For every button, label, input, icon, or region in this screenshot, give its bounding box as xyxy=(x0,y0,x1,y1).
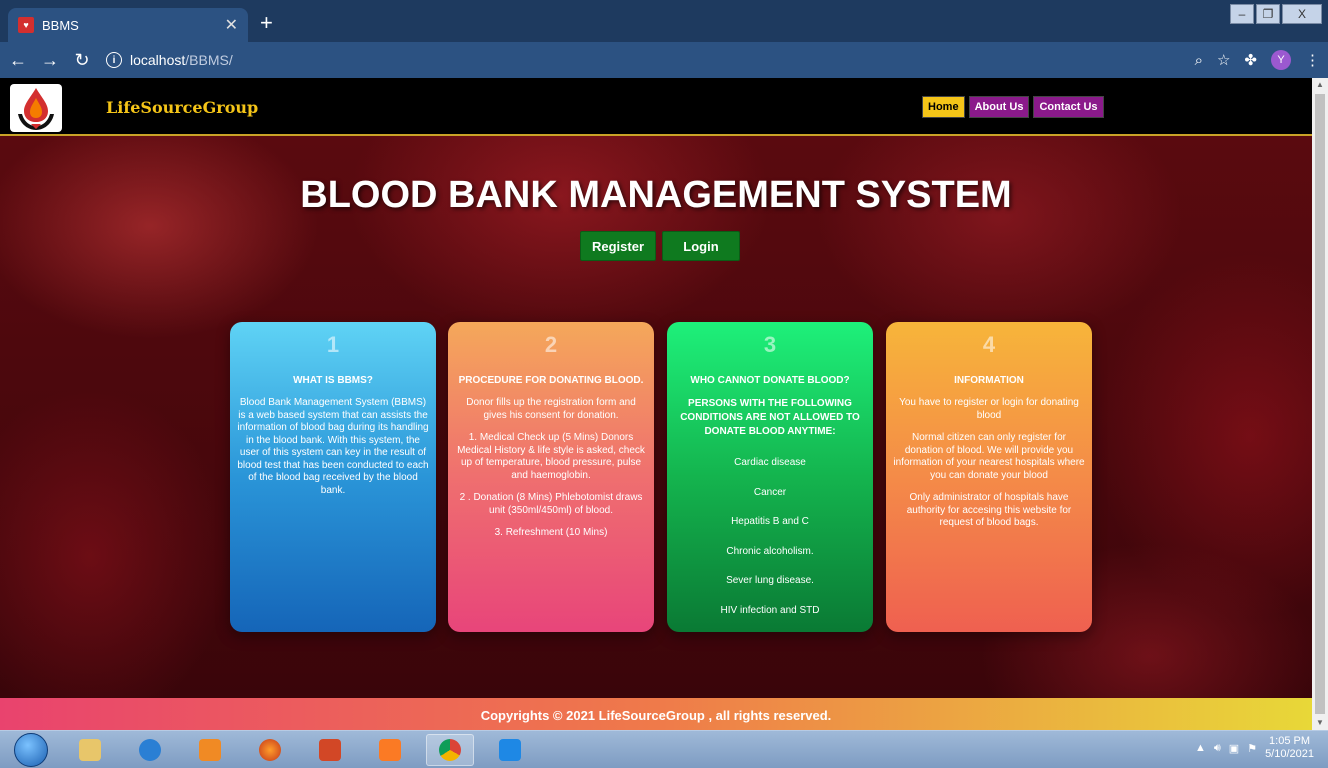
url-host: localhost xyxy=(130,52,186,68)
tab-close-icon[interactable]: ✕ xyxy=(225,15,238,35)
back-icon[interactable]: ← xyxy=(4,50,32,71)
condition-item: HIV infection and STD xyxy=(720,604,820,616)
scroll-up-arrow-icon[interactable]: ▲ xyxy=(1312,78,1328,92)
condition-item: Sever lung disease. xyxy=(726,575,814,586)
info-card-what-is-bbms: 1 WHAT IS BBMS? Blood Bank Management Sy… xyxy=(230,322,436,632)
register-button[interactable]: Register xyxy=(580,231,656,261)
card-number: 2 xyxy=(544,332,558,357)
media-player-icon[interactable] xyxy=(186,734,234,766)
address-bar[interactable]: i localhost/BBMS/ xyxy=(106,52,233,68)
menu-kebab-icon[interactable]: ⋮ xyxy=(1305,51,1320,69)
page-scrollbar[interactable]: ▲ ▼ xyxy=(1312,78,1328,730)
condition-item: Chronic alcoholism. xyxy=(726,545,814,557)
card-paragraph: Normal citizen can only register for don… xyxy=(893,432,1085,481)
info-card-who-cannot-donate: 3 WHO CANNOT DONATE BLOOD? PERSONS WITH … xyxy=(667,322,873,632)
forward-icon[interactable]: → xyxy=(36,50,64,71)
clock-time: 1:05 PM xyxy=(1269,735,1311,747)
blood-drop-logo-icon[interactable] xyxy=(10,84,62,132)
nav-home[interactable]: Home xyxy=(922,96,965,118)
windows-taskbar: ▲ 🔊︎ ▣ ⚑ 1:05 PM 5/10/2021 xyxy=(0,730,1328,768)
card-paragraph: Donor fills up the registration form and… xyxy=(466,397,636,421)
card-subheading: PERSONS WITH THE FOLLOWING CONDITIONS AR… xyxy=(680,398,860,437)
info-card-donation-procedure: 2 PROCEDURE FOR DONATING BLOOD. Donor fi… xyxy=(448,322,654,632)
action-center-flag-icon[interactable]: ⚑ xyxy=(1247,742,1257,755)
bbms-favicon-icon: ♥ xyxy=(18,17,34,33)
card-paragraph: 1. Medical Check up (5 Mins) Donors Medi… xyxy=(457,432,645,481)
window-controls: – ❐ X xyxy=(1228,4,1322,24)
profile-avatar[interactable]: Y xyxy=(1271,50,1291,70)
start-button-icon[interactable] xyxy=(14,733,48,767)
system-tray: ▲ 🔊︎ ▣ ⚑ 1:05 PM 5/10/2021 xyxy=(1195,735,1314,761)
site-header: LifeSourceGroup Home About Us Contact Us xyxy=(0,78,1312,136)
tab-title: BBMS xyxy=(42,17,79,33)
card-number: 1 xyxy=(326,332,340,357)
card-heading: PROCEDURE FOR DONATING BLOOD. xyxy=(458,375,644,386)
site-footer: Copyrights © 2021 LifeSourceGroup , all … xyxy=(0,698,1312,730)
powerpoint-icon[interactable] xyxy=(306,734,354,766)
chrome-icon[interactable] xyxy=(426,734,474,766)
browser-toolbar: ← → ↻ i localhost/BBMS/ ⌕ ☆ ✤ Y ⋮ xyxy=(0,42,1328,78)
site-info-icon[interactable]: i xyxy=(106,52,122,68)
browser-tabstrip: ♥ BBMS ✕ + – ❐ X xyxy=(0,0,1328,42)
card-heading: WHAT IS BBMS? xyxy=(293,375,373,386)
internet-explorer-icon[interactable] xyxy=(126,734,174,766)
vscode-icon[interactable] xyxy=(486,734,534,766)
tray-expand-icon[interactable]: ▲ xyxy=(1195,742,1206,754)
brand-name[interactable]: LifeSourceGroup xyxy=(106,98,258,117)
reload-icon[interactable]: ↻ xyxy=(68,50,96,71)
new-tab-icon[interactable]: + xyxy=(260,12,273,34)
bookmark-star-icon[interactable]: ☆ xyxy=(1217,51,1230,69)
nav-about-us[interactable]: About Us xyxy=(968,96,1030,118)
toolbar-actions: ⌕ ☆ ✤ Y ⋮ xyxy=(1195,50,1320,70)
nav-contact-us[interactable]: Contact Us xyxy=(1033,96,1104,118)
scroll-down-arrow-icon[interactable]: ▼ xyxy=(1312,716,1328,730)
card-paragraph: Only administrator of hospitals have aut… xyxy=(906,492,1072,528)
clock-date: 5/10/2021 xyxy=(1265,748,1314,760)
card-body: Blood Bank Management System (BBMS) is a… xyxy=(237,397,429,496)
card-number: 3 xyxy=(763,332,777,357)
minimize-icon[interactable]: – xyxy=(1230,4,1254,24)
zoom-icon[interactable]: ⌕ xyxy=(1195,52,1203,69)
card-number: 4 xyxy=(982,332,996,357)
volume-icon[interactable]: 🔊︎ xyxy=(1214,742,1221,755)
top-navigation: Home About Us Contact Us xyxy=(922,96,1104,118)
card-paragraph: You have to register or login for donati… xyxy=(899,397,1079,421)
firefox-icon[interactable] xyxy=(246,734,294,766)
condition-item: Cancer xyxy=(753,486,787,498)
file-explorer-icon[interactable] xyxy=(66,734,114,766)
close-window-icon[interactable]: X xyxy=(1282,4,1322,24)
clock[interactable]: 1:05 PM 5/10/2021 xyxy=(1265,735,1314,761)
network-icon[interactable]: ▣ xyxy=(1229,742,1239,755)
card-paragraph: 2 . Donation (8 Mins) Phlebotomist draws… xyxy=(459,492,643,516)
hero-section: BLOOD BANK MANAGEMENT SYSTEM Register Lo… xyxy=(0,136,1312,698)
condition-item: Hepatitis B and C xyxy=(731,516,809,527)
restore-icon[interactable]: ❐ xyxy=(1256,4,1280,24)
condition-item: Cardiac disease xyxy=(734,457,806,468)
login-button[interactable]: Login xyxy=(662,231,740,261)
browser-tab[interactable]: ♥ BBMS ✕ xyxy=(8,8,248,42)
xampp-icon[interactable] xyxy=(366,734,414,766)
scroll-thumb[interactable] xyxy=(1315,94,1325,714)
card-heading: INFORMATION xyxy=(954,375,1024,386)
card-paragraph: 3. Refreshment (10 Mins) xyxy=(494,527,608,538)
card-heading: WHO CANNOT DONATE BLOOD? xyxy=(690,375,850,386)
url-path: /BBMS/ xyxy=(185,52,233,68)
hero-title: BLOOD BANK MANAGEMENT SYSTEM xyxy=(300,174,1012,216)
info-card-information: 4 INFORMATION You have to register or lo… xyxy=(886,322,1092,632)
web-page: LifeSourceGroup Home About Us Contact Us… xyxy=(0,78,1312,730)
extensions-puzzle-icon[interactable]: ✤ xyxy=(1244,51,1257,69)
